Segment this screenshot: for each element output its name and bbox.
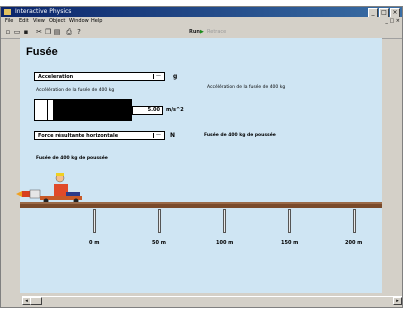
title-bar: Interactive Physics _ □ ×: [1, 7, 402, 18]
acceleration-gauge: [34, 99, 132, 121]
paste-icon[interactable]: ▤: [53, 28, 61, 36]
window-title: Interactive Physics: [15, 8, 72, 15]
print-icon[interactable]: ⎙: [65, 28, 73, 36]
rocket-nozzle: [22, 191, 30, 197]
exhaust-flame: [16, 191, 22, 197]
chevron-down-icon: —: [153, 74, 163, 79]
acceleration-value: 5.00: [132, 106, 163, 115]
menu-bar: File Edit View Object Window Help _ □ ×: [1, 17, 402, 26]
force-select[interactable]: Force résultante horizontale —: [34, 131, 165, 140]
mdi-controls[interactable]: _ □ ×: [385, 18, 400, 25]
help-icon[interactable]: ?: [75, 28, 83, 36]
force-unit: N: [170, 132, 176, 139]
distance-post-200: [353, 209, 356, 233]
gauge-marker: [47, 100, 53, 120]
rocket-engine: [29, 189, 41, 199]
distance-label: 50 m: [152, 240, 166, 246]
acceleration-caption: Accélération de la fusée de 400 kg: [36, 88, 115, 93]
force-select-value: Force résultante horizontale: [38, 133, 119, 139]
horizontal-scrollbar[interactable]: [22, 296, 402, 305]
menu-edit[interactable]: Edit: [19, 17, 29, 26]
menu-view[interactable]: View: [33, 17, 45, 26]
acceleration-value-unit: m/s^2: [166, 107, 184, 113]
page-title: Fusée: [26, 46, 58, 58]
run-button[interactable]: Run▶: [189, 28, 204, 36]
distance-label: 0 m: [89, 240, 100, 246]
distance-post-100: [223, 209, 226, 233]
distance-post-150: [288, 209, 291, 233]
acceleration-description: Accélération de la fusée de 400 kg: [207, 85, 286, 90]
gauge-fill: [35, 100, 47, 120]
cut-icon[interactable]: ✂: [35, 28, 43, 36]
open-folder-icon[interactable]: ▭: [13, 28, 21, 36]
retrace-control: Retrace: [207, 29, 227, 35]
new-file-icon[interactable]: ▫: [4, 28, 12, 36]
force-caption: Fusée de 400 kg de poussée: [36, 156, 108, 161]
app-icon: [4, 9, 11, 15]
distance-post-0: [93, 209, 96, 233]
acceleration-unit: g: [173, 73, 178, 80]
save-icon[interactable]: ▪: [22, 28, 30, 36]
force-description: Fusée de 400 kg de poussée: [204, 133, 276, 138]
rider-helmet: [56, 173, 64, 176]
menu-help[interactable]: Help: [91, 17, 102, 26]
distance-post-50: [158, 209, 161, 233]
rocket-cart[interactable]: [16, 170, 86, 204]
distance-label: 100 m: [216, 240, 234, 246]
chevron-down-icon: —: [153, 133, 163, 138]
play-icon: ▶: [199, 29, 204, 35]
scroll-right-button[interactable]: ▸: [393, 297, 402, 305]
menu-window[interactable]: Window: [69, 17, 89, 26]
copy-icon[interactable]: ❐: [44, 28, 52, 36]
menu-object[interactable]: Object: [49, 17, 65, 26]
acceleration-select[interactable]: Acceleration —: [34, 72, 165, 81]
rider-legs: [66, 192, 80, 196]
scroll-thumb[interactable]: [30, 297, 42, 305]
rider-body: [54, 184, 68, 196]
track: [20, 204, 382, 208]
distance-label: 200 m: [345, 240, 363, 246]
distance-label: 150 m: [281, 240, 299, 246]
acceleration-select-value: Acceleration: [38, 74, 74, 80]
menu-file[interactable]: File: [5, 17, 13, 26]
